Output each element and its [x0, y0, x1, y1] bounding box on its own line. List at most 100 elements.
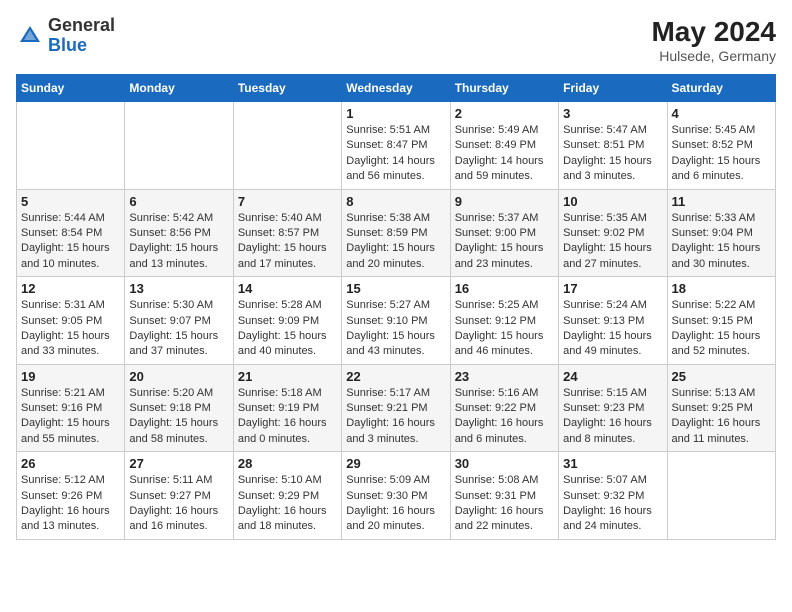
- day-number: 16: [455, 281, 554, 296]
- day-info: Sunrise: 5:38 AM Sunset: 8:59 PM Dayligh…: [346, 211, 445, 273]
- calendar-day-cell: 11 Sunrise: 5:33 AM Sunset: 9:04 PM Dayli…: [667, 189, 775, 277]
- calendar-day-cell: 3 Sunrise: 5:47 AM Sunset: 8:51 PM Daylig…: [559, 102, 667, 190]
- calendar-day-cell: 6 Sunrise: 5:42 AM Sunset: 8:56 PM Daylig…: [125, 189, 233, 277]
- calendar-day-cell: 12 Sunrise: 5:31 AM Sunset: 9:05 PM Dayli…: [17, 277, 125, 365]
- calendar-day-cell: 28Sunrise: 5:10 AM Sunset: 9:29 PM Dayli…: [233, 452, 341, 540]
- day-info: Sunrise: 5:08 AM Sunset: 9:31 PM Dayligh…: [455, 473, 554, 535]
- day-info: Sunrise: 5:42 AM Sunset: 8:56 PM Dayligh…: [129, 211, 228, 273]
- calendar-day-cell: 31 Sunrise: 5:07 AM Sunset: 9:32 PM Dayli…: [559, 452, 667, 540]
- day-info: Sunrise: 5:33 AM Sunset: 9:04 PM Dayligh…: [672, 211, 771, 273]
- day-info: Sunrise: 5:27 AM Sunset: 9:10 PM Dayligh…: [346, 298, 445, 360]
- calendar-day-cell: 7 Sunrise: 5:40 AM Sunset: 8:57 PM Daylig…: [233, 189, 341, 277]
- calendar-header: SundayMondayTuesdayWednesdayThursdayFrid…: [17, 75, 776, 102]
- empty-day-cell: [125, 102, 233, 190]
- logo-general-text: General: [48, 15, 115, 35]
- day-number: 1: [346, 106, 445, 121]
- day-number: 25: [672, 369, 771, 384]
- day-number: 7: [238, 194, 337, 209]
- calendar-day-cell: 25 Sunrise: 5:13 AM Sunset: 9:25 PM Dayli…: [667, 364, 775, 452]
- calendar-day-cell: 19 Sunrise: 5:21 AM Sunset: 9:16 PM Dayli…: [17, 364, 125, 452]
- calendar-week-row: 12 Sunrise: 5:31 AM Sunset: 9:05 PM Dayli…: [17, 277, 776, 365]
- day-of-week-header: Monday: [125, 75, 233, 102]
- day-number: 11: [672, 194, 771, 209]
- calendar-body: 1Sunrise: 5:51 AM Sunset: 8:47 PM Daylig…: [17, 102, 776, 540]
- day-number: 10: [563, 194, 662, 209]
- calendar-day-cell: 18 Sunrise: 5:22 AM Sunset: 9:15 PM Dayli…: [667, 277, 775, 365]
- empty-day-cell: [233, 102, 341, 190]
- day-number: 6: [129, 194, 228, 209]
- day-number: 9: [455, 194, 554, 209]
- calendar-day-cell: 20 Sunrise: 5:20 AM Sunset: 9:18 PM Dayli…: [125, 364, 233, 452]
- calendar-week-row: 1Sunrise: 5:51 AM Sunset: 8:47 PM Daylig…: [17, 102, 776, 190]
- month-year: May 2024: [651, 16, 776, 48]
- day-number: 21: [238, 369, 337, 384]
- day-info: Sunrise: 5:21 AM Sunset: 9:16 PM Dayligh…: [21, 386, 120, 448]
- day-info: Sunrise: 5:16 AM Sunset: 9:22 PM Dayligh…: [455, 386, 554, 448]
- day-number: 4: [672, 106, 771, 121]
- day-number: 23: [455, 369, 554, 384]
- day-info: Sunrise: 5:22 AM Sunset: 9:15 PM Dayligh…: [672, 298, 771, 360]
- day-number: 18: [672, 281, 771, 296]
- day-number: 8: [346, 194, 445, 209]
- title-area: May 2024 Hulsede, Germany: [651, 16, 776, 64]
- day-info: Sunrise: 5:44 AM Sunset: 8:54 PM Dayligh…: [21, 211, 120, 273]
- calendar-day-cell: 5 Sunrise: 5:44 AM Sunset: 8:54 PM Daylig…: [17, 189, 125, 277]
- day-number: 29: [346, 456, 445, 471]
- day-number: 19: [21, 369, 120, 384]
- day-of-week-header: Wednesday: [342, 75, 450, 102]
- day-info: Sunrise: 5:10 AM Sunset: 9:29 PM Dayligh…: [238, 473, 337, 535]
- calendar-day-cell: 29 Sunrise: 5:09 AM Sunset: 9:30 PM Dayli…: [342, 452, 450, 540]
- day-number: 12: [21, 281, 120, 296]
- day-of-week-header: Thursday: [450, 75, 558, 102]
- calendar-day-cell: 21Sunrise: 5:18 AM Sunset: 9:19 PM Dayli…: [233, 364, 341, 452]
- day-info: Sunrise: 5:45 AM Sunset: 8:52 PM Dayligh…: [672, 123, 771, 185]
- day-info: Sunrise: 5:25 AM Sunset: 9:12 PM Dayligh…: [455, 298, 554, 360]
- day-number: 31: [563, 456, 662, 471]
- day-info: Sunrise: 5:31 AM Sunset: 9:05 PM Dayligh…: [21, 298, 120, 360]
- location: Hulsede, Germany: [651, 48, 776, 64]
- day-info: Sunrise: 5:20 AM Sunset: 9:18 PM Dayligh…: [129, 386, 228, 448]
- calendar-day-cell: 4 Sunrise: 5:45 AM Sunset: 8:52 PM Daylig…: [667, 102, 775, 190]
- day-of-week-header: Sunday: [17, 75, 125, 102]
- day-info: Sunrise: 5:28 AM Sunset: 9:09 PM Dayligh…: [238, 298, 337, 360]
- day-info: Sunrise: 5:17 AM Sunset: 9:21 PM Dayligh…: [346, 386, 445, 448]
- day-info: Sunrise: 5:35 AM Sunset: 9:02 PM Dayligh…: [563, 211, 662, 273]
- day-number: 17: [563, 281, 662, 296]
- logo-icon: [16, 22, 44, 50]
- day-of-week-header: Tuesday: [233, 75, 341, 102]
- day-number: 24: [563, 369, 662, 384]
- day-info: Sunrise: 5:12 AM Sunset: 9:26 PM Dayligh…: [21, 473, 120, 535]
- day-info: Sunrise: 5:47 AM Sunset: 8:51 PM Dayligh…: [563, 123, 662, 185]
- day-of-week-header: Saturday: [667, 75, 775, 102]
- day-number: 3: [563, 106, 662, 121]
- day-number: 26: [21, 456, 120, 471]
- day-info: Sunrise: 5:40 AM Sunset: 8:57 PM Dayligh…: [238, 211, 337, 273]
- calendar-week-row: 19 Sunrise: 5:21 AM Sunset: 9:16 PM Dayli…: [17, 364, 776, 452]
- calendar-day-cell: 9Sunrise: 5:37 AM Sunset: 9:00 PM Daylig…: [450, 189, 558, 277]
- calendar-day-cell: 13Sunrise: 5:30 AM Sunset: 9:07 PM Dayli…: [125, 277, 233, 365]
- day-number: 20: [129, 369, 228, 384]
- logo-blue-text: Blue: [48, 35, 87, 55]
- day-info: Sunrise: 5:13 AM Sunset: 9:25 PM Dayligh…: [672, 386, 771, 448]
- day-number: 14: [238, 281, 337, 296]
- day-number: 2: [455, 106, 554, 121]
- calendar-day-cell: 2Sunrise: 5:49 AM Sunset: 8:49 PM Daylig…: [450, 102, 558, 190]
- calendar-day-cell: 30Sunrise: 5:08 AM Sunset: 9:31 PM Dayli…: [450, 452, 558, 540]
- calendar-table: SundayMondayTuesdayWednesdayThursdayFrid…: [16, 74, 776, 540]
- empty-day-cell: [667, 452, 775, 540]
- logo: General Blue: [16, 16, 115, 56]
- calendar-day-cell: 27Sunrise: 5:11 AM Sunset: 9:27 PM Dayli…: [125, 452, 233, 540]
- calendar-day-cell: 14 Sunrise: 5:28 AM Sunset: 9:09 PM Dayli…: [233, 277, 341, 365]
- day-info: Sunrise: 5:09 AM Sunset: 9:30 PM Dayligh…: [346, 473, 445, 535]
- day-number: 5: [21, 194, 120, 209]
- calendar-day-cell: 8 Sunrise: 5:38 AM Sunset: 8:59 PM Daylig…: [342, 189, 450, 277]
- day-info: Sunrise: 5:30 AM Sunset: 9:07 PM Dayligh…: [129, 298, 228, 360]
- day-info: Sunrise: 5:07 AM Sunset: 9:32 PM Dayligh…: [563, 473, 662, 535]
- day-info: Sunrise: 5:24 AM Sunset: 9:13 PM Dayligh…: [563, 298, 662, 360]
- header-row: SundayMondayTuesdayWednesdayThursdayFrid…: [17, 75, 776, 102]
- calendar-day-cell: 24 Sunrise: 5:15 AM Sunset: 9:23 PM Dayli…: [559, 364, 667, 452]
- header: General Blue May 2024 Hulsede, Germany: [16, 16, 776, 64]
- day-of-week-header: Friday: [559, 75, 667, 102]
- day-info: Sunrise: 5:15 AM Sunset: 9:23 PM Dayligh…: [563, 386, 662, 448]
- calendar-day-cell: 1Sunrise: 5:51 AM Sunset: 8:47 PM Daylig…: [342, 102, 450, 190]
